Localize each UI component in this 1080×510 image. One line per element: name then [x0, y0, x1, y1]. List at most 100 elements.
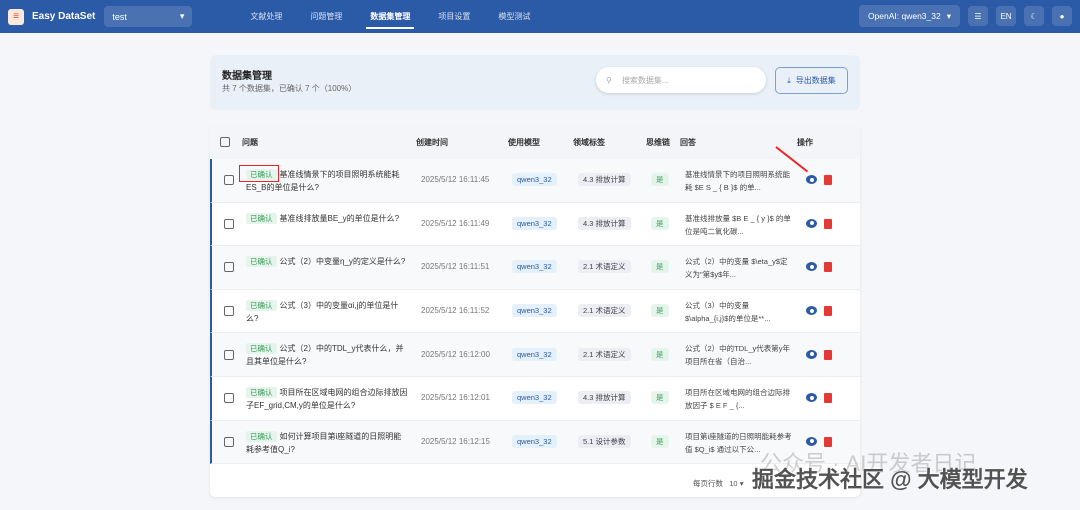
rows-per-page-select[interactable]: 10 — [729, 479, 737, 488]
nav-literature[interactable]: 文献处理 — [236, 0, 296, 33]
table-row: 已确认 公式（3）中的变量αi,j的单位是什么? 2025/5/12 16:11:… — [210, 289, 860, 334]
search-placeholder: 搜索数据集... — [621, 75, 669, 85]
question-text: 公式（2）中变量η_y的定义是什么? — [279, 257, 406, 267]
moon-icon[interactable]: ☾ — [1024, 6, 1044, 26]
answer-text: 基准线情景下的项目照明系统能耗 $E S _ { B }$ 的单... — [685, 170, 790, 192]
language-button[interactable]: EN — [996, 6, 1016, 26]
row-checkbox[interactable] — [224, 349, 234, 360]
col-actions: 操作 — [797, 137, 813, 147]
answer-text: 公式（2）中的TDL_y代表第y年项目所在省（自治... — [685, 344, 791, 367]
table-row: 已确认 基准线情景下的项目照明系统能耗ES_B的单位是什么? 2025/5/12 … — [210, 159, 860, 203]
view-icon[interactable] — [806, 306, 817, 316]
delete-icon[interactable] — [824, 218, 832, 229]
model-select[interactable]: OpenAI: qwen3_32 ▾ — [858, 5, 960, 27]
model-chip: qwen3_32 — [512, 304, 557, 318]
chevron-down-icon: ▾ — [946, 10, 951, 21]
view-icon[interactable] — [806, 218, 817, 228]
nav-model-test[interactable]: 模型测试 — [484, 0, 544, 33]
view-icon[interactable] — [806, 349, 817, 359]
search-input[interactable]: ⚲ 搜索数据集... — [596, 67, 766, 93]
watermark: 掘金技术社区 @ 大模型开发 — [752, 467, 1028, 492]
delete-icon[interactable] — [824, 175, 832, 186]
status-badge: 已确认 — [246, 386, 277, 398]
chevron-down-icon: ▾ — [179, 11, 185, 21]
delete-icon[interactable] — [824, 393, 832, 404]
question-text: 基准线排放量BE_y的单位是什么? — [279, 213, 400, 223]
col-tag: 领域标签 — [573, 137, 605, 147]
cot-badge: 是 — [651, 216, 669, 230]
nav-settings[interactable]: 项目设置 — [424, 0, 484, 33]
delete-icon[interactable] — [824, 306, 832, 317]
question-cell: 已确认 公式（3）中的变量αi,j的单位是什么? — [246, 299, 408, 325]
main-nav: 文献处理 问题管理 数据集管理 项目设置 模型测试 — [236, 0, 544, 33]
table-row: 已确认 公式（2）中变量η_y的定义是什么? 2025/5/12 16:11:51… — [210, 246, 860, 290]
export-button[interactable]: ⤓ 导出数据集 — [775, 67, 848, 94]
github-icon[interactable]: ● — [1052, 6, 1072, 26]
row-checkbox[interactable] — [224, 393, 234, 404]
cot-badge: 是 — [651, 434, 669, 448]
cot-badge: 是 — [651, 260, 669, 274]
delete-icon[interactable] — [824, 349, 832, 360]
nav-datasets[interactable]: 数据集管理 — [356, 0, 424, 33]
table-row: 已确认 项目所在区域电网的组合边际排放因子EF_grid,CM,y的单位是什么? … — [210, 376, 860, 421]
created-time: 2025/5/12 16:11:51 — [421, 262, 490, 272]
created-time: 2025/5/12 16:12:15 — [421, 436, 490, 446]
domain-tag: 4.3 排放计算 — [578, 391, 631, 405]
question-cell: 已确认 公式（2）中的TDL_y代表什么，并且其单位是什么? — [246, 342, 408, 368]
status-badge: 已确认 — [246, 299, 277, 311]
row-checkbox[interactable] — [224, 218, 234, 229]
col-answer: 回答 — [680, 137, 696, 147]
model-chip: qwen3_32 — [512, 260, 557, 274]
answer-text: 公式（3）中的变量 $\alpha_{i,j}$的单位是**... — [685, 300, 771, 323]
view-icon[interactable] — [806, 393, 817, 403]
model-chip: qwen3_32 — [512, 434, 557, 448]
model-chip: qwen3_32 — [512, 391, 557, 405]
question-cell: 已确认 公式（2）中变量η_y的定义是什么? — [246, 255, 408, 268]
view-icon[interactable] — [806, 262, 817, 272]
answer-text: 项目所在区域电网的组合边际排放因子 $ E F _ {... — [685, 387, 790, 410]
project-select[interactable]: test ▾ — [104, 6, 193, 27]
col-cot: 思维链 — [646, 137, 670, 147]
created-time: 2025/5/12 16:12:00 — [421, 349, 490, 359]
model-chip: qwen3_32 — [512, 173, 557, 187]
table-row: 已确认 基准线排放量BE_y的单位是什么? 2025/5/12 16:11:49 … — [210, 202, 860, 247]
model-chip: qwen3_32 — [512, 216, 557, 230]
domain-tag: 2.1 术语定义 — [578, 347, 631, 361]
created-time: 2025/5/12 16:11:52 — [421, 306, 490, 316]
cot-badge: 是 — [651, 173, 669, 187]
model-name: OpenAI: qwen3_32 — [867, 11, 941, 21]
table-header: 问题 创建时间 使用模型 领域标签 思维链 回答 操作 — [210, 125, 860, 159]
row-checkbox[interactable] — [224, 262, 234, 273]
export-label: 导出数据集 — [795, 76, 836, 85]
view-icon[interactable] — [806, 175, 817, 185]
domain-tag: 2.1 术语定义 — [578, 304, 631, 318]
answer-text: 公式（2）中的变量 $\eta_y$定义为"第$y$年... — [685, 257, 788, 280]
domain-tag: 4.3 排放计算 — [578, 216, 631, 230]
cot-badge: 是 — [651, 304, 669, 318]
created-time: 2025/5/12 16:11:45 — [421, 175, 490, 185]
model-chip: qwen3_32 — [512, 347, 557, 361]
status-badge: 已确认 — [246, 256, 277, 268]
search-icon: ⚲ — [606, 75, 612, 85]
app-logo: ≡ — [8, 8, 24, 25]
row-checkbox[interactable] — [224, 306, 234, 317]
select-all-checkbox[interactable] — [220, 137, 230, 147]
row-checkbox[interactable] — [224, 436, 234, 447]
answer-text: 基准线排放量 $B E _ { y }$ 的单位是吨二氧化碳... — [685, 213, 791, 236]
delete-icon[interactable] — [824, 262, 832, 273]
dataset-table: 问题 创建时间 使用模型 领域标签 思维链 回答 操作 已确认 基准线情景下的项目… — [210, 125, 860, 497]
col-question: 问题 — [242, 137, 258, 147]
nav-questions[interactable]: 问题管理 — [296, 0, 356, 33]
cot-badge: 是 — [651, 391, 669, 405]
status-badge: 已确认 — [246, 343, 277, 355]
cot-badge: 是 — [651, 347, 669, 361]
pagination: 每页行数 10 ▾ — [693, 479, 744, 488]
question-cell: 已确认 基准线排放量BE_y的单位是什么? — [246, 212, 408, 225]
row-checkbox[interactable] — [224, 175, 234, 186]
domain-tag: 4.3 排放计算 — [578, 173, 631, 187]
status-badge: 已确认 — [246, 212, 277, 224]
question-cell: 已确认 项目所在区域电网的组合边际排放因子EF_grid,CM,y的单位是什么? — [246, 386, 408, 412]
rows-per-page-label: 每页行数 — [693, 479, 723, 488]
view-icon[interactable] — [806, 436, 817, 446]
list-icon[interactable]: ☰ — [968, 6, 988, 26]
